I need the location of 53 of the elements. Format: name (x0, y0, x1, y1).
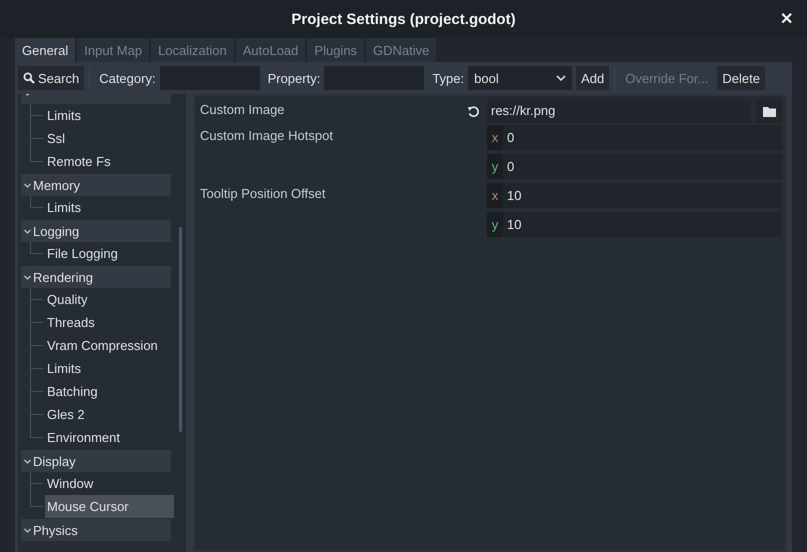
tree-item[interactable]: Mouse Cursor (45, 495, 174, 518)
path-field[interactable]: res://kr.png (487, 99, 751, 123)
tree-item[interactable]: Ssl (45, 127, 66, 150)
property-name: Custom Image Hotspot (199, 127, 334, 145)
close-button[interactable]: ✕ (776, 9, 797, 29)
tree-item[interactable]: Environment (45, 426, 120, 449)
tab[interactable]: General (15, 38, 76, 62)
number-field[interactable]: x 10 (487, 183, 782, 208)
tree-category[interactable]: Rendering (21, 266, 171, 288)
tree-connector (30, 196, 45, 208)
property-name: Custom Image (199, 101, 286, 119)
tree-item[interactable]: Remote Fs (45, 150, 111, 173)
category-label: Category: (99, 70, 156, 86)
property-name: Tooltip Position Offset (199, 185, 326, 203)
reset-icon[interactable] (467, 104, 480, 118)
tree-item[interactable]: Quality (45, 288, 88, 311)
tree-connector (30, 311, 45, 334)
tree-connector (30, 288, 45, 311)
delete-button[interactable]: Delete (717, 66, 765, 90)
tree-connector (30, 357, 45, 380)
property-label: Property: (268, 70, 320, 86)
tree-item[interactable]: Batching (45, 380, 98, 403)
folder-icon (762, 106, 776, 116)
type-dropdown[interactable]: bool (468, 66, 572, 90)
type-label: Type: (432, 70, 464, 86)
tree-item[interactable]: Limits (45, 196, 81, 219)
tree-category[interactable]: Display (21, 450, 171, 472)
tree-item[interactable]: Threads (45, 311, 95, 334)
number-field[interactable]: x 0 (487, 125, 782, 150)
tree-item[interactable]: File Logging (45, 242, 118, 265)
folder-button[interactable] (756, 99, 782, 123)
tree-category[interactable]: Logging (21, 220, 171, 242)
tree-item[interactable]: Limits (45, 104, 81, 127)
tree-connector (30, 334, 45, 357)
category-field[interactable] (160, 66, 260, 90)
number-field[interactable]: y 10 (487, 212, 782, 237)
tree-item[interactable]: Window (45, 472, 94, 495)
window-title: Project Settings (project.godot) (291, 10, 516, 28)
tree-connector (30, 380, 45, 403)
tree-item[interactable]: Gles 2 (45, 403, 85, 426)
add-button[interactable]: Add (576, 66, 610, 90)
tree-category[interactable]: Physics (21, 519, 171, 541)
tree-category[interactable]: Memory (21, 174, 171, 196)
number-field[interactable]: y 0 (487, 154, 782, 179)
property-field[interactable] (324, 66, 424, 90)
search-icon (23, 72, 35, 84)
tree-connector (30, 242, 45, 254)
tree-item[interactable]: Limits (45, 357, 81, 380)
tree-item[interactable]: Vram Compression (45, 334, 158, 357)
scrollbar[interactable] (179, 227, 182, 432)
tree-connector (30, 104, 45, 127)
search-button[interactable]: Search (18, 66, 84, 90)
caret-icon (556, 75, 566, 81)
